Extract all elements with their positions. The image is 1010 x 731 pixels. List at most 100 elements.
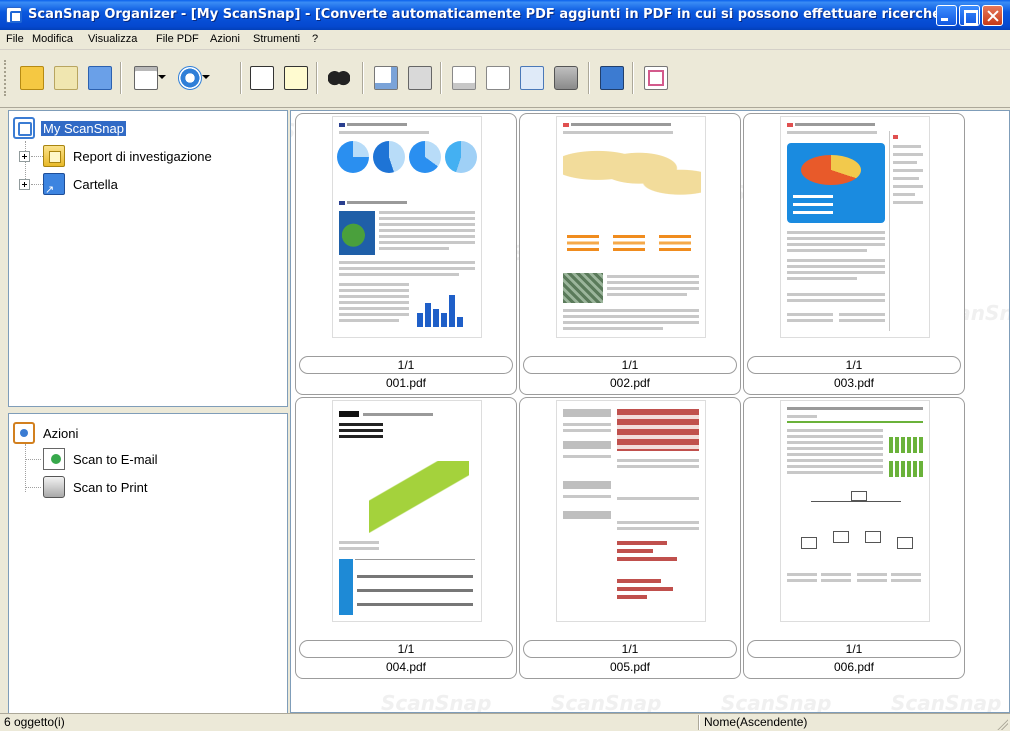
document-thumbnail[interactable] — [332, 400, 482, 622]
tools-icon[interactable] — [596, 62, 626, 94]
text-line — [617, 459, 699, 462]
pie-chart-icon — [337, 141, 369, 173]
text-line — [339, 319, 399, 322]
column-divider — [889, 131, 890, 331]
document-thumbnail[interactable] — [780, 116, 930, 338]
text-line — [607, 281, 699, 284]
status-item-count: 6 oggetto(i) — [4, 715, 65, 729]
bar-chart-icon — [617, 557, 677, 561]
text-line — [787, 447, 883, 450]
send-icon[interactable] — [370, 62, 400, 94]
ocr-marker-icon[interactable] — [280, 62, 310, 94]
menu-file-pdf[interactable]: File PDF — [156, 33, 199, 45]
title-bar[interactable]: ScanSnap Organizer - [My ScanSnap] - [Co… — [0, 0, 1010, 30]
status-sort-order: Nome(Ascendente) — [704, 715, 808, 729]
new-folder-icon[interactable] — [50, 62, 80, 94]
menu-visualizza[interactable]: Visualizza — [88, 33, 137, 45]
file-name[interactable]: 006.pdf — [744, 660, 964, 674]
text-line — [347, 123, 407, 126]
file-name[interactable]: 001.pdf — [296, 376, 516, 390]
document-thumbnail[interactable] — [332, 116, 482, 338]
ocr-icon[interactable] — [246, 62, 276, 94]
text-line — [339, 307, 409, 310]
text-line — [563, 495, 611, 498]
text-line — [617, 521, 699, 524]
text-recognition-icon[interactable] — [516, 62, 546, 94]
file-name[interactable]: 002.pdf — [520, 376, 740, 390]
menu-strumenti[interactable]: Strumenti — [253, 33, 300, 45]
text-line — [339, 273, 459, 276]
page-number: 1/1 — [747, 356, 961, 374]
text-line — [339, 295, 409, 298]
text-line — [379, 241, 475, 244]
text-line — [339, 301, 409, 304]
document-card-004[interactable]: 1/1 004.pdf — [295, 397, 517, 679]
legend-line — [793, 211, 833, 214]
menu-file[interactable]: File — [6, 33, 24, 45]
edit-pdf-icon[interactable] — [482, 62, 512, 94]
resize-grip-icon[interactable] — [996, 718, 1008, 730]
document-thumbnail[interactable] — [556, 116, 706, 338]
section-header — [563, 409, 611, 417]
document-thumbnail[interactable] — [556, 400, 706, 622]
trash-icon[interactable] — [550, 62, 580, 94]
text-line — [339, 313, 409, 316]
close-button[interactable] — [982, 5, 1003, 26]
document-card-003[interactable]: 1/1 003.pdf — [743, 113, 965, 395]
text-line — [787, 465, 883, 468]
bar-chart-icon — [889, 461, 923, 477]
menu-help[interactable]: ? — [312, 33, 318, 45]
document-card-002[interactable]: 1/1 002.pdf — [519, 113, 741, 395]
toolbar-separator — [588, 62, 590, 94]
aerial-photo-icon — [563, 273, 603, 303]
computer-icon — [865, 531, 881, 543]
file-name[interactable]: 005.pdf — [520, 660, 740, 674]
table-row-line — [357, 603, 473, 606]
toolbar-separator — [632, 62, 634, 94]
scansnap-watermark: ScanSnap — [721, 691, 832, 713]
text-line — [617, 497, 699, 500]
action-label: Scan to Print — [73, 480, 148, 495]
document-thumbnail-view[interactable]: ScanSnap ScanSnap ScanSnap ScanSnap Scan… — [290, 110, 1010, 713]
minimize-button[interactable] — [936, 5, 957, 26]
document-card-005[interactable]: 1/1 005.pdf — [519, 397, 741, 679]
page-number: 1/1 — [523, 640, 737, 658]
zoom-icon[interactable] — [640, 62, 670, 94]
file-name[interactable]: 004.pdf — [296, 660, 516, 674]
text-line — [787, 579, 817, 582]
actions-icon — [13, 422, 35, 444]
document-card-001[interactable]: 1/1 001.pdf — [295, 113, 517, 395]
chevron-down-icon[interactable] — [158, 75, 166, 79]
file-name[interactable]: 003.pdf — [744, 376, 964, 390]
text-line — [787, 299, 885, 302]
expand-plus-icon[interactable] — [19, 151, 30, 162]
print-icon[interactable] — [404, 62, 434, 94]
heading-line — [339, 423, 383, 426]
text-line — [563, 327, 663, 330]
table-header-column — [339, 559, 353, 615]
toolbar-separator — [440, 62, 442, 94]
layout-icon[interactable] — [130, 62, 166, 94]
text-line — [857, 579, 887, 582]
bar-chart-icon — [617, 579, 661, 583]
document-card-006[interactable]: 1/1 006.pdf — [743, 397, 965, 679]
legend-line — [793, 203, 833, 206]
chevron-down-icon[interactable] — [202, 75, 210, 79]
toolbar-separator — [120, 62, 122, 94]
document-thumbnail[interactable] — [780, 400, 930, 622]
bar-chart-icon — [617, 595, 647, 599]
rotate-icon[interactable] — [174, 62, 210, 94]
new-cabinet-icon[interactable] — [16, 62, 46, 94]
section-header — [563, 511, 611, 519]
maximize-button[interactable] — [959, 5, 980, 26]
toolbar-grip[interactable] — [4, 60, 7, 96]
shortcut-folder-icon[interactable] — [84, 62, 114, 94]
merge-pdf-icon[interactable] — [448, 62, 478, 94]
scansnap-organizer-app-icon[interactable] — [6, 7, 22, 23]
menu-azioni[interactable]: Azioni — [210, 33, 240, 45]
text-line — [893, 153, 923, 156]
search-icon[interactable] — [324, 62, 354, 94]
expand-plus-icon[interactable] — [19, 179, 30, 190]
status-divider — [698, 715, 700, 730]
menu-modifica[interactable]: Modifica — [32, 33, 73, 45]
